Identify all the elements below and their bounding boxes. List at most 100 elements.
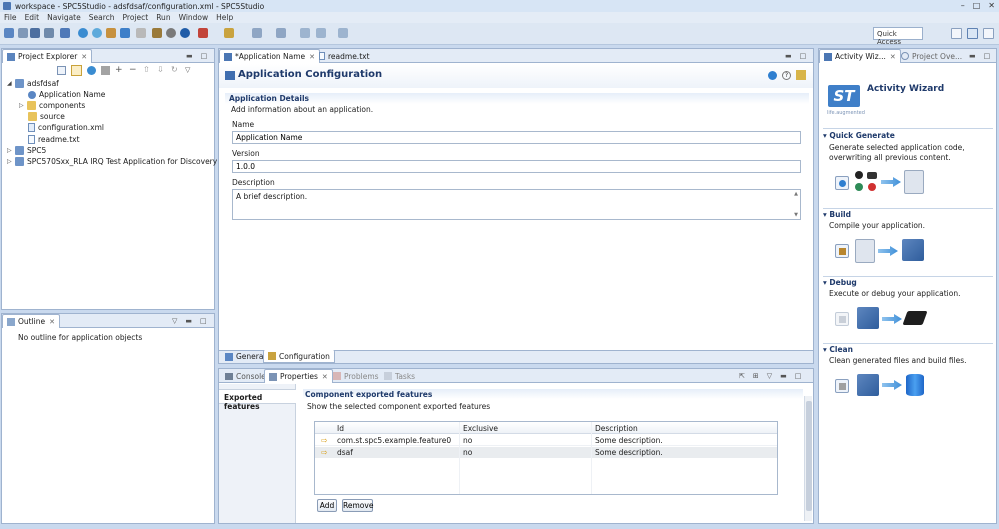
quick-access-field[interactable]: Quick Access — [873, 27, 923, 46]
clean-button[interactable] — [835, 379, 849, 393]
menu-edit[interactable]: Edit — [25, 13, 40, 22]
close-icon[interactable]: ✕ — [322, 373, 328, 381]
run-icon[interactable] — [92, 28, 102, 38]
tree-item-source[interactable]: source — [28, 111, 65, 122]
tab-readme[interactable]: readme.txt — [315, 49, 374, 63]
tab-project-explorer[interactable]: Project Explorer ✕ — [2, 49, 93, 63]
close-icon[interactable]: ✕ — [890, 53, 896, 61]
help-icon[interactable]: ? — [782, 71, 791, 80]
back-icon[interactable] — [300, 28, 310, 38]
external-tools-icon[interactable] — [198, 28, 208, 38]
column-header-exclusive[interactable]: Exclusive — [463, 424, 498, 433]
refresh-icon[interactable]: ↻ — [171, 66, 180, 75]
print-icon[interactable] — [60, 28, 70, 38]
wand-icon[interactable] — [796, 70, 806, 80]
view-menu-icon[interactable]: ▽ — [185, 66, 194, 75]
tree-item-spc570sxx[interactable]: ▷ SPC570Sxx_RLA IRQ Test Application for… — [7, 156, 217, 167]
wand-icon[interactable] — [152, 28, 162, 38]
scroll-thumb[interactable] — [806, 401, 812, 511]
menu-search[interactable]: Search — [89, 13, 115, 22]
build-button[interactable] — [835, 244, 849, 258]
minimize-icon[interactable]: ▬ — [780, 372, 787, 380]
maximize-icon[interactable]: □ — [201, 52, 208, 60]
tab-tasks[interactable]: Tasks — [380, 369, 419, 383]
search-tool-icon[interactable] — [224, 28, 234, 38]
collapsed-arrow-icon[interactable]: ▷ — [7, 158, 13, 165]
new-icon[interactable] — [4, 28, 14, 38]
vertical-scrollbar[interactable] — [804, 396, 812, 521]
collapsed-arrow-icon[interactable]: ▷ — [19, 102, 25, 109]
column-header-description[interactable]: Description — [595, 424, 638, 433]
pin-icon[interactable]: ⇱ — [739, 372, 745, 380]
version-field[interactable] — [232, 160, 801, 173]
minimize-icon[interactable]: – — [961, 1, 965, 10]
quick-generate-button[interactable] — [835, 176, 849, 190]
view-menu-icon[interactable]: ▽ — [172, 317, 177, 325]
tree-item-adsfdsaf[interactable]: ◢ adsfdsaf — [7, 78, 59, 89]
dropdown-icon[interactable] — [18, 28, 28, 38]
maximize-icon[interactable]: □ — [200, 317, 207, 325]
minimize-icon[interactable]: ▬ — [969, 52, 976, 60]
debug-button[interactable] — [835, 312, 849, 326]
close-icon[interactable]: ✕ — [49, 318, 55, 326]
tree-item-spc5[interactable]: ▷ SPC5 — [7, 145, 46, 156]
tree-item-readme-txt[interactable]: readme.txt — [28, 134, 80, 145]
view-menu-icon[interactable]: ▽ — [767, 372, 772, 380]
edit-icon[interactable] — [101, 66, 110, 75]
generate-icon[interactable] — [78, 28, 88, 38]
collapsed-arrow-icon[interactable]: ▷ — [7, 147, 13, 154]
exported-features-tab[interactable]: Exported features — [219, 389, 296, 411]
close-icon[interactable]: ✕ — [988, 1, 995, 10]
save-icon[interactable] — [30, 28, 40, 38]
move-down-icon[interactable]: ⇩ — [157, 66, 166, 75]
gear-icon[interactable] — [166, 28, 176, 38]
run-icon[interactable] — [768, 71, 777, 80]
add-button[interactable]: Add — [317, 499, 337, 512]
tab-application-name[interactable]: *Application Name ✕ — [219, 49, 321, 63]
annotation-icon[interactable] — [276, 28, 286, 38]
collapse-all-icon[interactable] — [57, 66, 66, 75]
tab-properties[interactable]: Properties ✕ — [264, 369, 333, 383]
debug-icon[interactable] — [120, 28, 130, 38]
menu-help[interactable]: Help — [216, 13, 233, 22]
forward-icon[interactable] — [338, 28, 348, 38]
close-icon[interactable]: ✕ — [81, 53, 87, 61]
info-icon[interactable] — [180, 28, 190, 38]
build-icon[interactable] — [106, 28, 116, 38]
menu-navigate[interactable]: Navigate — [47, 13, 81, 22]
remove-icon[interactable]: − — [129, 66, 138, 75]
name-field[interactable] — [232, 131, 801, 144]
menu-run[interactable]: Run — [156, 13, 170, 22]
tab-console[interactable]: Console — [221, 369, 270, 383]
minimize-icon[interactable]: ▬ — [785, 52, 792, 60]
tree-item-application-name[interactable]: Application Name — [28, 89, 105, 100]
tab-problems[interactable]: Problems — [329, 369, 383, 383]
tree-item-components[interactable]: ▷ components — [19, 100, 85, 111]
menu-project[interactable]: Project — [123, 13, 149, 22]
table-row[interactable]: ⇨ com.st.spc5.example.feature0 no Some d… — [315, 435, 777, 446]
open-perspective-icon[interactable] — [951, 28, 962, 39]
expanded-arrow-icon[interactable]: ◢ — [7, 80, 13, 87]
back-history-icon[interactable] — [316, 28, 326, 38]
description-field[interactable]: A brief description. ▲ ▼ — [232, 189, 801, 220]
new-view-icon[interactable]: ⊞ — [753, 372, 759, 380]
maximize-icon[interactable]: □ — [984, 52, 991, 60]
link-editor-icon[interactable] — [71, 65, 82, 76]
tab-configuration[interactable]: Configuration — [263, 350, 335, 363]
scroll-up-icon[interactable]: ▲ — [794, 191, 798, 197]
save-all-icon[interactable] — [44, 28, 54, 38]
spc5-perspective-icon[interactable] — [967, 28, 978, 39]
tab-activity-wizard[interactable]: Activity Wiz... ✕ — [819, 49, 901, 63]
menu-file[interactable]: File — [4, 13, 17, 22]
menu-window[interactable]: Window — [179, 13, 209, 22]
tree-item-configuration-xml[interactable]: configuration.xml — [28, 122, 104, 133]
add-icon[interactable]: + — [115, 66, 124, 75]
st-perspective-icon[interactable] — [983, 28, 994, 39]
clean-icon[interactable] — [136, 28, 146, 38]
move-up-icon[interactable]: ⇧ — [143, 66, 152, 75]
maximize-icon[interactable]: □ — [973, 1, 981, 10]
edit-icon[interactable] — [252, 28, 262, 38]
table-row-selected[interactable]: ⇨ dsaf no Some description. — [315, 447, 777, 458]
tab-project-overview[interactable]: Project Ove... — [897, 49, 966, 63]
minimize-icon[interactable]: ▬ — [186, 52, 193, 60]
